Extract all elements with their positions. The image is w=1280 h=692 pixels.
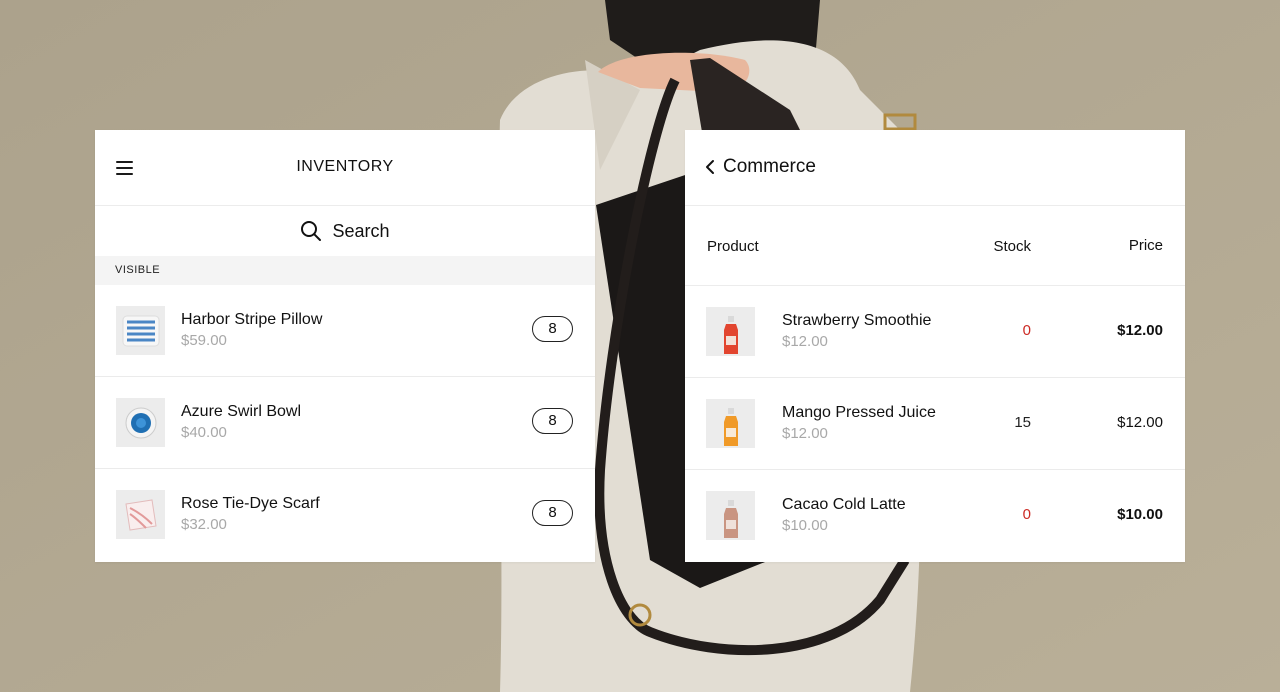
product-thumbnail: [116, 398, 165, 447]
product-subprice: $12.00: [782, 425, 828, 442]
product-name: Cacao Cold Latte: [782, 496, 906, 513]
price-value: $10.00: [1117, 506, 1163, 523]
quantity-badge[interactable]: 8: [532, 316, 573, 342]
column-header-product[interactable]: Product: [707, 238, 759, 255]
item-price: $40.00: [181, 424, 227, 441]
item-price: $59.00: [181, 332, 227, 349]
table-header: Product Stock Price: [685, 206, 1185, 286]
search-label: Search: [332, 220, 390, 241]
product-thumbnail: [706, 307, 755, 356]
table-row[interactable]: Strawberry Smoothie $12.00 0 $12.00: [685, 286, 1185, 378]
search-icon: [301, 221, 322, 241]
quantity-badge[interactable]: 8: [532, 408, 573, 434]
price-value: $12.00: [1117, 322, 1163, 339]
column-header-price[interactable]: Price: [1129, 237, 1163, 254]
page-title: INVENTORY: [296, 158, 394, 175]
product-thumbnail: [116, 490, 165, 539]
inventory-row[interactable]: Azure Swirl Bowl $40.00 8: [95, 377, 595, 469]
section-label: VISIBLE: [95, 256, 595, 285]
product-thumbnail: [706, 399, 755, 448]
product-thumbnail: [706, 491, 755, 540]
inventory-row[interactable]: Harbor Stripe Pillow $59.00 8: [95, 285, 595, 377]
inventory-panel: INVENTORY Search VISIBLE Harbor Stripe P…: [95, 130, 595, 562]
quantity-badge[interactable]: 8: [532, 500, 573, 526]
product-name: Mango Pressed Juice: [782, 404, 936, 421]
commerce-header: Commerce: [685, 130, 1185, 206]
chevron-left-icon: [706, 160, 714, 174]
back-button[interactable]: Commerce: [705, 156, 816, 178]
table-row[interactable]: Mango Pressed Juice $12.00 15 $12.00: [685, 378, 1185, 470]
stock-value: 0: [1022, 506, 1031, 523]
column-header-stock[interactable]: Stock: [993, 238, 1031, 255]
table-row[interactable]: Cacao Cold Latte $10.00 0 $10.00: [685, 470, 1185, 561]
product-thumbnail: [116, 306, 165, 355]
stock-value: 0: [1022, 322, 1031, 339]
product-subprice: $12.00: [782, 333, 828, 350]
item-name: Rose Tie-Dye Scarf: [181, 495, 320, 512]
page-title: Commerce: [723, 156, 816, 177]
price-value: $12.00: [1117, 414, 1163, 431]
item-name: Harbor Stripe Pillow: [181, 311, 323, 328]
inventory-row[interactable]: Rose Tie-Dye Scarf $32.00 8: [95, 469, 595, 560]
stock-value: 15: [1014, 414, 1031, 431]
item-name: Azure Swirl Bowl: [181, 403, 302, 420]
commerce-panel: Commerce Product Stock Price Strawberry …: [685, 130, 1185, 562]
product-name: Strawberry Smoothie: [782, 312, 932, 329]
item-price: $32.00: [181, 516, 227, 533]
search-button[interactable]: Search: [95, 206, 595, 256]
inventory-header: INVENTORY: [95, 130, 595, 206]
product-subprice: $10.00: [782, 517, 828, 534]
